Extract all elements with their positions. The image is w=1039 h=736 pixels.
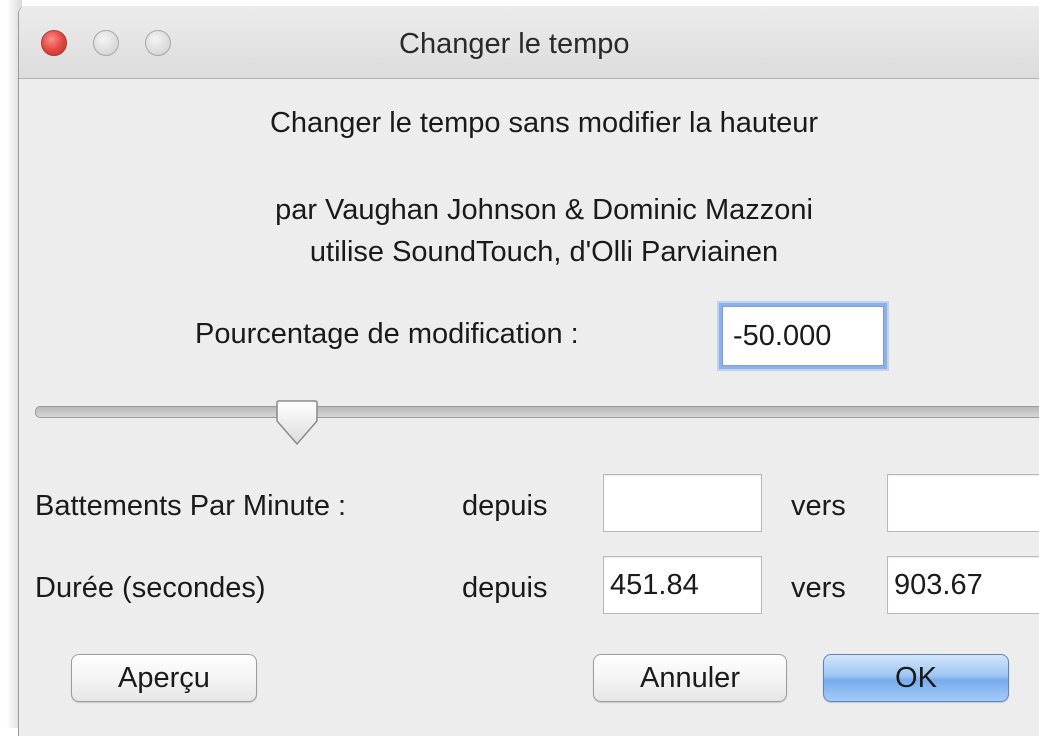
effect-heading: Changer le tempo sans modifier la hauteu… bbox=[269, 107, 819, 139]
percent-input[interactable] bbox=[722, 306, 884, 366]
percent-label: Pourcentage de modification : bbox=[195, 318, 579, 350]
duration-from-input[interactable] bbox=[603, 556, 762, 614]
cancel-button[interactable]: Annuler bbox=[593, 654, 787, 702]
tempo-slider-track[interactable] bbox=[35, 406, 1039, 418]
bpm-from-label: depuis bbox=[462, 490, 548, 522]
window-title: Changer le tempo bbox=[399, 28, 630, 60]
credits-authors: par Vaughan Johnson & Dominic Mazzoni bbox=[275, 194, 813, 226]
duration-label: Durée (secondes) bbox=[35, 572, 266, 604]
tempo-slider-thumb[interactable] bbox=[275, 399, 319, 447]
zoom-icon[interactable] bbox=[145, 30, 171, 56]
duration-to-label: vers bbox=[791, 572, 846, 604]
minimize-icon[interactable] bbox=[93, 30, 119, 56]
duration-from-label: depuis bbox=[462, 572, 548, 604]
bpm-label: Battements Par Minute : bbox=[35, 490, 347, 522]
preview-button[interactable]: Aperçu bbox=[71, 654, 257, 702]
bpm-from-input[interactable] bbox=[603, 474, 762, 532]
ok-button[interactable]: OK bbox=[823, 654, 1009, 702]
close-icon[interactable] bbox=[41, 30, 67, 56]
change-tempo-dialog: Changer le tempo Changer le tempo sans m… bbox=[18, 6, 1039, 736]
title-bar[interactable]: Changer le tempo bbox=[19, 6, 1039, 79]
duration-to-input[interactable] bbox=[887, 556, 1039, 614]
bpm-to-input[interactable] bbox=[887, 474, 1039, 532]
bpm-to-label: vers bbox=[791, 490, 846, 522]
credits-library: utilise SoundTouch, d'Olli Parviainen bbox=[309, 236, 779, 268]
